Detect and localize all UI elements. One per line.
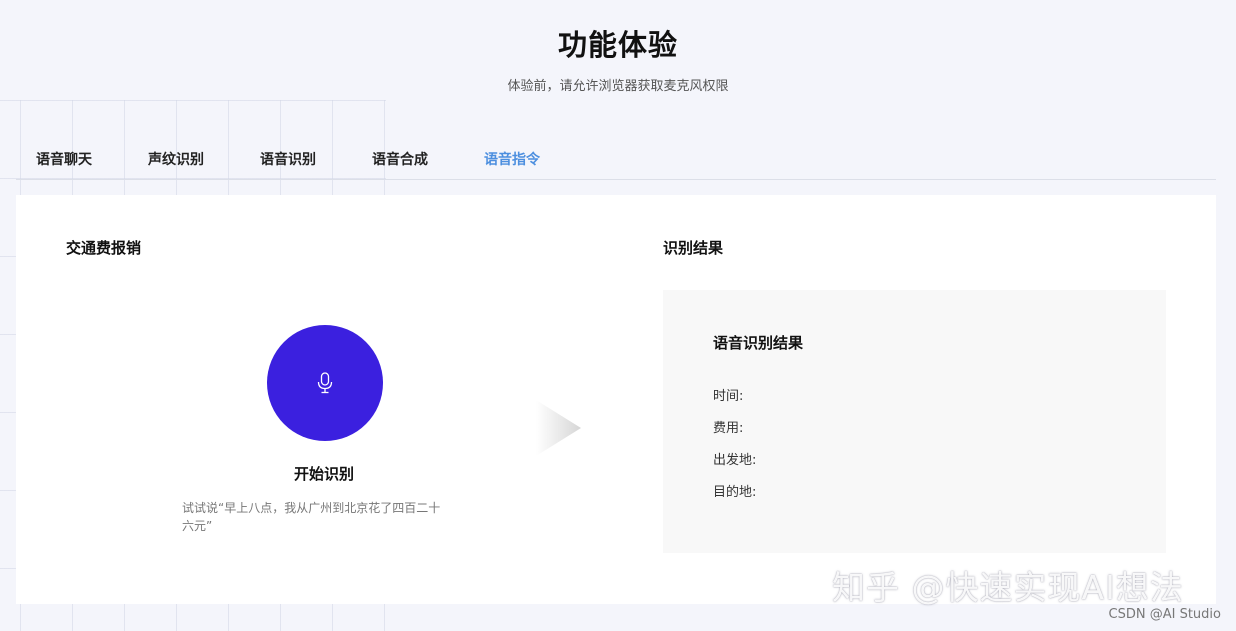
tab-voice-chat[interactable]: 语音聊天 bbox=[16, 140, 112, 180]
watermark: 知乎 @快速实现AI想法 bbox=[832, 568, 1184, 607]
tab-speech-synthesis[interactable]: 语音合成 bbox=[352, 140, 448, 180]
result-panel: 语音识别结果 时间: 费用: 出发地: 目的地: bbox=[663, 290, 1166, 553]
result-field-departure: 出发地: bbox=[713, 449, 756, 468]
demo-card: 交通费报销 开始识别 试试说“早上八点，我从广州到北京花了四百二十六元” 识别结… bbox=[16, 195, 1216, 604]
page-title: 功能体验 bbox=[557, 28, 678, 62]
example-hint: 试试说“早上八点，我从广州到北京花了四百二十六元” bbox=[182, 501, 441, 533]
result-field-label: 出发地: bbox=[713, 453, 757, 468]
credit-text: CSDN @AI Studio bbox=[1108, 607, 1221, 622]
start-recognition-label[interactable]: 开始识别 bbox=[224, 463, 424, 484]
tab-speech-recognition[interactable]: 语音识别 bbox=[240, 140, 336, 180]
section-title-left: 交通费报销 bbox=[66, 239, 142, 257]
page: 功能体验 体验前，请允许浏览器获取麦克风权限 语音聊天 声纹识别 语音识别 语音… bbox=[0, 0, 1236, 631]
result-field-cost: 费用: bbox=[713, 417, 743, 436]
result-heading: 语音识别结果 bbox=[713, 334, 804, 352]
result-field-time: 时间: bbox=[713, 385, 743, 404]
tab-bar: 语音聊天 声纹识别 语音识别 语音合成 语音指令 bbox=[16, 140, 1216, 180]
tab-voice-command[interactable]: 语音指令 bbox=[464, 140, 560, 180]
microphone-icon bbox=[316, 372, 334, 394]
start-recognition-button[interactable] bbox=[267, 325, 383, 441]
result-field-label: 时间: bbox=[713, 389, 744, 404]
tab-voiceprint-recognition[interactable]: 声纹识别 bbox=[128, 140, 224, 180]
section-title-right: 识别结果 bbox=[663, 239, 724, 257]
arrow-right-icon bbox=[536, 400, 586, 460]
page-subtitle: 体验前，请允许浏览器获取麦克风权限 bbox=[507, 79, 729, 94]
result-field-label: 目的地: bbox=[713, 485, 757, 500]
result-field-destination: 目的地: bbox=[713, 481, 756, 500]
result-field-label: 费用: bbox=[713, 421, 744, 436]
